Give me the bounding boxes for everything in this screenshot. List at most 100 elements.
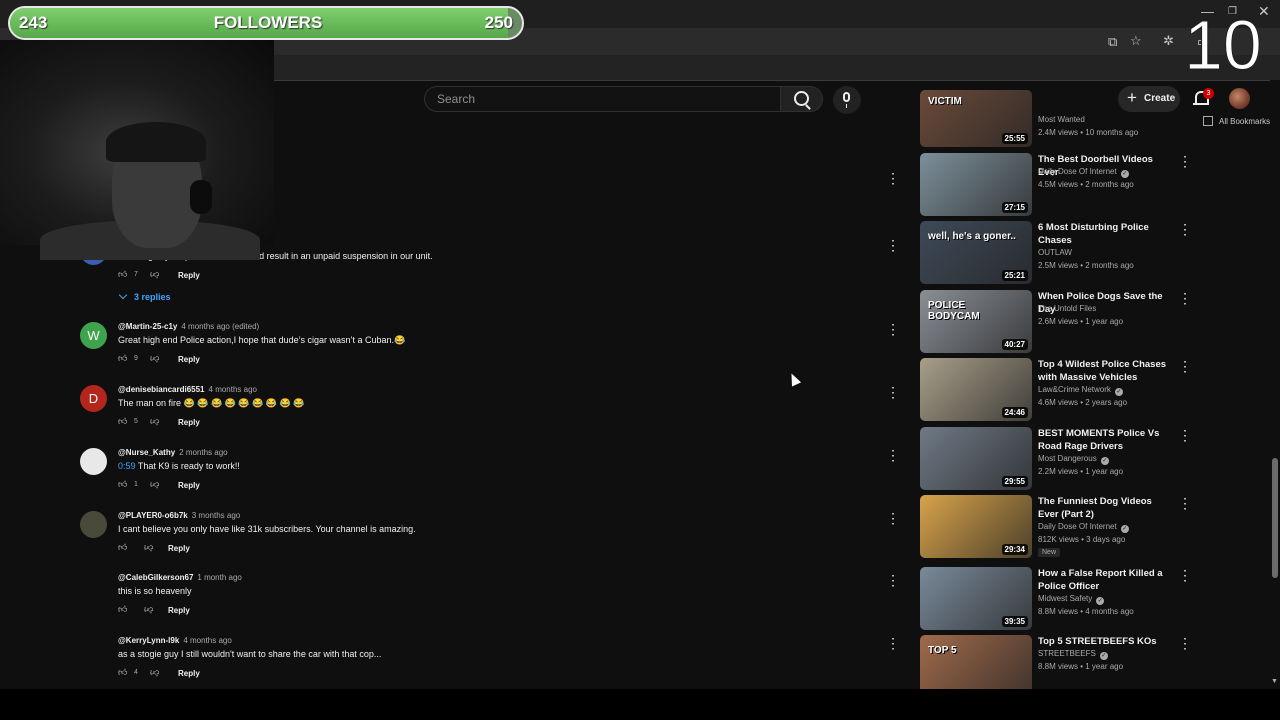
all-bookmarks-link[interactable]: All Bookmarks — [1219, 117, 1270, 126]
thumbs-down-icon[interactable]: 👍︎ — [150, 480, 159, 490]
comment-more-icon[interactable]: ⋮ — [886, 238, 900, 254]
comment-age[interactable]: 2 months ago — [179, 448, 227, 457]
thumbs-up-icon[interactable]: 👍︎ — [118, 480, 127, 489]
comment-age[interactable]: 4 months ago — [209, 385, 257, 394]
recommended-video[interactable]: POLICE BODYCAM 40:27 When Police Dogs Save… — [920, 290, 1195, 354]
video-more-icon[interactable]: ⋮ — [1178, 291, 1192, 305]
thumbs-down-icon[interactable]: 👍︎ — [150, 668, 159, 678]
video-title[interactable]: 6 Most Disturbing Police Chases — [1038, 221, 1174, 247]
create-button[interactable]: + Create — [1118, 86, 1180, 112]
channel-name[interactable]: Daily Dose Of Internet ✓ — [1038, 522, 1129, 533]
video-thumbnail[interactable]: POLICE BODYCAM 40:27 — [920, 290, 1032, 353]
comment-age[interactable]: 4 months ago (edited) — [181, 322, 259, 331]
comment-more-icon[interactable]: ⋮ — [886, 322, 900, 338]
video-thumbnail[interactable]: 39:35 — [920, 567, 1032, 630]
channel-name[interactable]: Most Wanted — [1038, 115, 1085, 124]
thumbs-up-icon[interactable]: 👍︎ — [118, 270, 127, 279]
video-thumbnail[interactable]: 29:55 — [920, 427, 1032, 490]
video-title[interactable]: Top 5 STREETBEEFS KOs — [1038, 635, 1174, 648]
comment-timestamp-link[interactable]: 0:59 — [118, 461, 136, 471]
comment-author[interactable]: @CalebGilkerson67 — [118, 573, 193, 582]
comment-more-icon[interactable]: ⋮ — [886, 511, 900, 527]
comment-author[interactable]: @KerryLynn-l9k — [118, 636, 179, 645]
thumbs-down-icon[interactable]: 👍︎ — [150, 417, 159, 427]
reply-button[interactable]: Reply — [178, 355, 200, 364]
thumbs-down-icon[interactable]: 👍︎ — [150, 354, 159, 364]
video-title[interactable]: The Funniest Dog Videos Ever (Part 2) — [1038, 495, 1174, 521]
notifications-button[interactable]: 3 — [1190, 87, 1214, 111]
commenter-avatar[interactable] — [80, 448, 107, 475]
video-more-icon[interactable]: ⋮ — [1178, 359, 1192, 373]
view-replies-button[interactable]: 3 replies — [118, 290, 171, 302]
video-more-icon[interactable]: ⋮ — [1178, 568, 1192, 582]
channel-name[interactable]: Most Dangerous ✓ — [1038, 454, 1109, 465]
account-avatar[interactable] — [1229, 88, 1250, 109]
video-title[interactable]: Top 4 Wildest Police Chases with Massive… — [1038, 358, 1174, 384]
comment-age[interactable]: 1 month ago — [197, 573, 241, 582]
channel-name[interactable]: The Untold Files — [1038, 304, 1096, 313]
channel-name[interactable]: Daily Dose Of Internet ✓ — [1038, 167, 1129, 178]
reply-button[interactable]: Reply — [168, 606, 190, 615]
thumbs-up-icon[interactable]: 👍︎ — [118, 354, 127, 363]
channel-name[interactable]: OUTLAW — [1038, 248, 1072, 257]
video-more-icon[interactable]: ⋮ — [1178, 496, 1192, 510]
reply-button[interactable]: Reply — [178, 418, 200, 427]
page-scrollbar-thumb[interactable] — [1272, 458, 1278, 578]
search-input[interactable] — [437, 92, 757, 106]
recommended-video[interactable]: 27:15 The Best Doorbell Videos Ever Daily … — [920, 153, 1195, 217]
comment-more-icon[interactable]: ⋮ — [886, 170, 900, 187]
voice-search-button[interactable] — [833, 86, 861, 114]
reply-button[interactable]: Reply — [178, 271, 200, 280]
video-more-icon[interactable]: ⋮ — [1178, 222, 1192, 236]
channel-name[interactable]: Law&Crime Network ✓ — [1038, 385, 1123, 396]
search-button[interactable] — [781, 86, 823, 112]
video-thumbnail[interactable]: 27:15 — [920, 153, 1032, 216]
comment-author[interactable]: @Martin-25-c1y — [118, 322, 177, 331]
recommended-video[interactable]: 39:35 How a False Report Killed a Police … — [920, 567, 1195, 631]
thumbs-down-icon[interactable]: 👍︎ — [150, 270, 159, 280]
page-scrollbar-track[interactable] — [1270, 80, 1280, 690]
thumbs-up-icon[interactable]: 👍︎ — [118, 605, 127, 614]
recommended-video[interactable]: 24:46 Top 4 Wildest Police Chases with Ma… — [920, 358, 1195, 422]
reply-button[interactable]: Reply — [178, 481, 200, 490]
scroll-down-arrow-icon[interactable]: ▼ — [1271, 678, 1278, 685]
thumbs-up-icon[interactable]: 👍︎ — [118, 417, 127, 426]
comment-more-icon[interactable]: ⋮ — [886, 636, 900, 652]
comment-more-icon[interactable]: ⋮ — [886, 448, 900, 464]
reply-button[interactable]: Reply — [168, 544, 190, 553]
video-more-icon[interactable]: ⋮ — [1178, 154, 1192, 168]
comment-age[interactable]: 3 months ago — [192, 511, 240, 520]
extensions-icon[interactable]: ✲ — [1163, 33, 1174, 49]
comment-age[interactable]: 4 months ago — [183, 636, 231, 645]
recommended-video[interactable]: 29:55 BEST MOMENTS Police Vs Road Rage Dr… — [920, 427, 1195, 491]
channel-name[interactable]: STREETBEEFS ✓ — [1038, 649, 1108, 660]
thumbs-up-icon[interactable]: 👍︎ — [118, 668, 127, 677]
recommended-video[interactable]: 29:34 The Funniest Dog Videos Ever (Part … — [920, 495, 1195, 559]
video-more-icon[interactable]: ⋮ — [1178, 636, 1192, 650]
recommended-video[interactable]: well, he's a goner.. 25:21 6 Most Disturbi… — [920, 221, 1195, 285]
video-title[interactable]: BEST MOMENTS Police Vs Road Rage Drivers — [1038, 427, 1174, 453]
comment-more-icon[interactable]: ⋮ — [886, 385, 900, 401]
comment-author[interactable]: @denisebiancardi6551 — [118, 385, 205, 394]
commenter-avatar[interactable]: D — [80, 385, 107, 412]
bookmark-star-icon[interactable]: ☆ — [1130, 33, 1142, 49]
reply-button[interactable]: Reply — [178, 669, 200, 678]
channel-name[interactable]: Midwest Safety ✓ — [1038, 594, 1105, 605]
comment-author[interactable]: @Nurse_Kathy — [118, 448, 175, 457]
thumbs-up-icon[interactable]: 👍︎ — [118, 543, 127, 552]
video-more-icon[interactable]: ⋮ — [1178, 428, 1192, 442]
comment-more-icon[interactable]: ⋮ — [886, 573, 900, 589]
thumbs-down-icon[interactable]: 👍︎ — [144, 543, 153, 553]
commenter-avatar[interactable] — [80, 511, 107, 538]
video-thumbnail[interactable]: VICTIM 25:55 — [920, 90, 1032, 147]
video-thumbnail[interactable]: 29:34 — [920, 495, 1032, 558]
video-title[interactable]: How a False Report Killed a Police Offic… — [1038, 567, 1174, 593]
install-app-icon[interactable]: ⧉ — [1108, 34, 1117, 50]
comment-text: as a stogie guy I still wouldn't want to… — [118, 649, 381, 659]
video-thumbnail[interactable]: 24:46 — [920, 358, 1032, 421]
thumbs-down-icon[interactable]: 👍︎ — [144, 605, 153, 615]
video-thumbnail[interactable]: well, he's a goner.. 25:21 — [920, 221, 1032, 284]
comment-author[interactable]: @PLAYER0-o6b7k — [118, 511, 188, 520]
commenter-avatar[interactable]: W — [80, 322, 107, 349]
verified-check-icon: ✓ — [1096, 597, 1105, 605]
